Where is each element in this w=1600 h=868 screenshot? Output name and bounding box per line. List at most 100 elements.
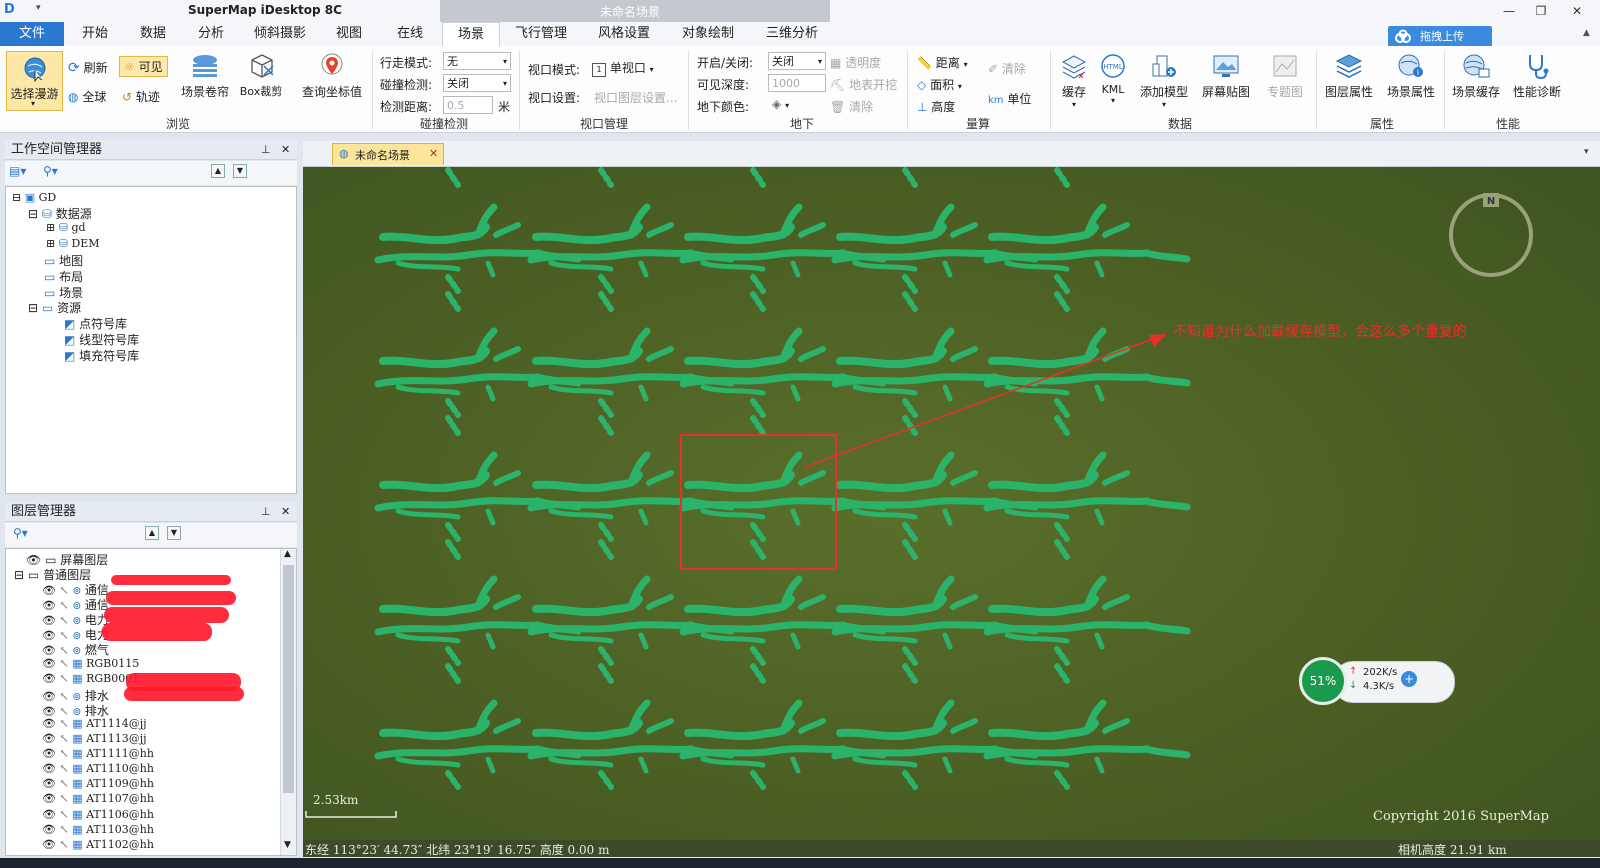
selectable-icon[interactable]: ↖ [59, 717, 68, 730]
distance-measure-button[interactable]: 📏 距离 ▾ [917, 54, 968, 71]
layer-row[interactable]: 👁 ↖ ▦ AT1106@hh [42, 808, 154, 821]
tab-flight[interactable]: 飞行管理 [505, 22, 577, 46]
viewport-mode-select[interactable]: 1 单视口 ▾ [592, 59, 654, 77]
selectable-icon[interactable]: ↖ [59, 747, 68, 760]
collapse-icon[interactable]: ⊟ [12, 191, 21, 204]
eye-icon[interactable]: 👁 [42, 762, 56, 775]
move-up-icon[interactable]: ▲ [211, 164, 225, 178]
scene-cache-button[interactable]: 场景缓存 [1448, 52, 1504, 100]
eye-icon[interactable]: 👁 [42, 747, 56, 760]
tab-view[interactable]: 视图 [320, 22, 378, 46]
scroll-up-icon[interactable]: ▲ [284, 549, 291, 559]
move-down-icon[interactable]: ▼ [233, 164, 247, 178]
viewport-layer-settings-button[interactable]: 视口图层设置... [594, 89, 677, 106]
tree-item-maps[interactable]: ▭ 地图 [44, 252, 83, 269]
eye-icon[interactable]: 👁 [42, 717, 56, 730]
minimize-button[interactable]: — [1496, 2, 1522, 20]
expand-icon[interactable]: ⊞ [46, 221, 55, 234]
selectable-icon[interactable]: ↖ [59, 599, 68, 612]
layer-row[interactable]: 👁 ↖ ▦ RGB0001 [42, 672, 139, 685]
close-icon[interactable]: ✕ [281, 502, 290, 522]
tab-draw[interactable]: 对象绘制 [672, 22, 744, 46]
scene-view[interactable]: N 不知道为什么加载缓存模型，会这么多个重复的 2.53km Copyright… [303, 167, 1600, 857]
layer-row[interactable]: 👁 ↖ ▦ AT1102@hh [42, 838, 154, 851]
scroll-thumb[interactable] [283, 565, 294, 793]
tab-oblique[interactable]: 倾斜摄影 [244, 22, 316, 46]
transparency-button[interactable]: ▦ 透明度 [830, 54, 881, 71]
select-roam-button[interactable]: 选择漫游 ▾ [6, 51, 63, 111]
close-tab-icon[interactable]: ✕ [429, 147, 438, 160]
selectable-icon[interactable]: ↖ [59, 777, 68, 790]
query-coords-button[interactable]: 查询坐标值 [296, 52, 368, 100]
tree-item-datasource-gd[interactable]: ⊞ ⛁ gd [46, 221, 86, 234]
selectable-icon[interactable]: ↖ [59, 705, 68, 718]
eye-icon[interactable]: 👁 [42, 584, 56, 597]
move-down-icon[interactable]: ▼ [167, 526, 181, 540]
eye-icon[interactable]: 👁 [42, 672, 56, 685]
selectable-icon[interactable]: ↖ [59, 644, 68, 657]
scroll-down-icon[interactable]: ▼ [284, 840, 291, 850]
measure-clear-button[interactable]: ✐ 清除 [988, 60, 1026, 77]
eye-icon[interactable]: 👁 [42, 599, 56, 612]
underground-color-picker[interactable]: ◈ ▾ [772, 97, 789, 111]
tab-3d-analysis[interactable]: 三维分析 [756, 22, 828, 46]
visible-button[interactable]: ☼ 可见 [119, 56, 168, 77]
collision-select[interactable]: 关闭 ▾ [443, 74, 511, 92]
layer-row[interactable]: 👁 ↖ ▦ AT1113@jj [42, 732, 147, 745]
underground-toggle-select[interactable]: 关闭 ▾ [768, 52, 826, 70]
close-icon[interactable]: ✕ [281, 140, 290, 160]
add-model-button[interactable]: 添加模型 ▾ [1135, 52, 1193, 109]
tab-online[interactable]: 在线 [381, 22, 439, 46]
collapse-icon[interactable]: ⊟ [14, 568, 24, 582]
tree-item-gd[interactable]: ⊟ ▣ GD [12, 191, 56, 204]
screen-map-button[interactable]: 屏幕贴图 [1198, 52, 1254, 100]
tree-item-datasource-dem[interactable]: ⊞ ⛁ DEM [46, 237, 100, 250]
kml-button[interactable]: HTML KML ▾ [1095, 52, 1131, 105]
eye-icon[interactable]: 👁 [42, 705, 56, 718]
tab-start[interactable]: 开始 [66, 22, 124, 46]
track-button[interactable]: ↺ 轨迹 [122, 88, 160, 105]
area-measure-button[interactable]: ◇ 面积 ▾ [917, 76, 962, 93]
eye-icon[interactable]: 👁 [42, 732, 56, 745]
restore-button[interactable]: ❐ [1528, 2, 1554, 20]
layer-row[interactable]: 👁 ↖ ▦ AT1109@hh [42, 777, 154, 790]
layer-row[interactable]: 👁 ↖ ▦ AT1103@hh [42, 823, 154, 836]
selectable-icon[interactable]: ↖ [59, 614, 68, 627]
expand-icon[interactable]: ⊞ [46, 237, 55, 250]
upload-button[interactable]: 拖拽上传 [1388, 26, 1492, 48]
tab-list-dropdown-icon[interactable]: ▾ [1584, 147, 1589, 157]
move-up-icon[interactable]: ▲ [145, 526, 159, 540]
selectable-icon[interactable]: ↖ [59, 672, 68, 685]
tab-analysis[interactable]: 分析 [182, 22, 240, 46]
box-clip-button[interactable]: Box裁剪 [236, 52, 286, 99]
walk-mode-select[interactable]: 无 ▾ [443, 52, 511, 70]
thematic-map-button[interactable]: 专题图 [1262, 52, 1308, 100]
tab-data[interactable]: 数据 [124, 22, 182, 46]
tab-file[interactable]: 文件 [0, 22, 64, 46]
eye-icon[interactable]: 👁 [42, 792, 56, 805]
layer-properties-button[interactable]: 图层属性 [1320, 52, 1378, 100]
selectable-icon[interactable]: ↖ [59, 584, 68, 597]
eye-icon[interactable]: 👁 [42, 614, 56, 627]
pin-icon[interactable]: ⊥ [261, 140, 271, 160]
eye-icon[interactable]: 👁 [42, 657, 56, 670]
collapse-icon[interactable]: ⊟ [28, 301, 38, 315]
layer-row[interactable]: 👁 ↖ ▦ AT1110@hh [42, 762, 154, 775]
tree-item-line-symbols[interactable]: ◩ 线型符号库 [64, 331, 139, 348]
tab-scene[interactable]: 场景 [442, 22, 500, 47]
pin-icon[interactable]: ⊥ [261, 502, 271, 522]
app-logo-icon[interactable]: D [4, 3, 18, 17]
eye-icon[interactable]: 👁 [42, 838, 56, 851]
eye-icon[interactable]: 👁 [42, 808, 56, 821]
scene-properties-button[interactable]: i 场景属性 [1382, 52, 1440, 100]
measure-unit-button[interactable]: km 单位 [988, 90, 1031, 107]
search-icon[interactable]: ⚲▾ [43, 164, 58, 178]
quick-access-dropdown-icon[interactable]: ▾ [36, 3, 41, 13]
visible-depth-input[interactable]: 1000 [768, 74, 826, 92]
selectable-icon[interactable]: ↖ [59, 690, 68, 703]
search-icon[interactable]: ⚲▾ [13, 526, 28, 540]
eye-icon[interactable]: 👁 [42, 644, 56, 657]
distance-input[interactable]: 0.5 [443, 96, 493, 114]
close-window-button[interactable]: ✕ [1564, 2, 1590, 20]
tab-style[interactable]: 风格设置 [588, 22, 660, 46]
